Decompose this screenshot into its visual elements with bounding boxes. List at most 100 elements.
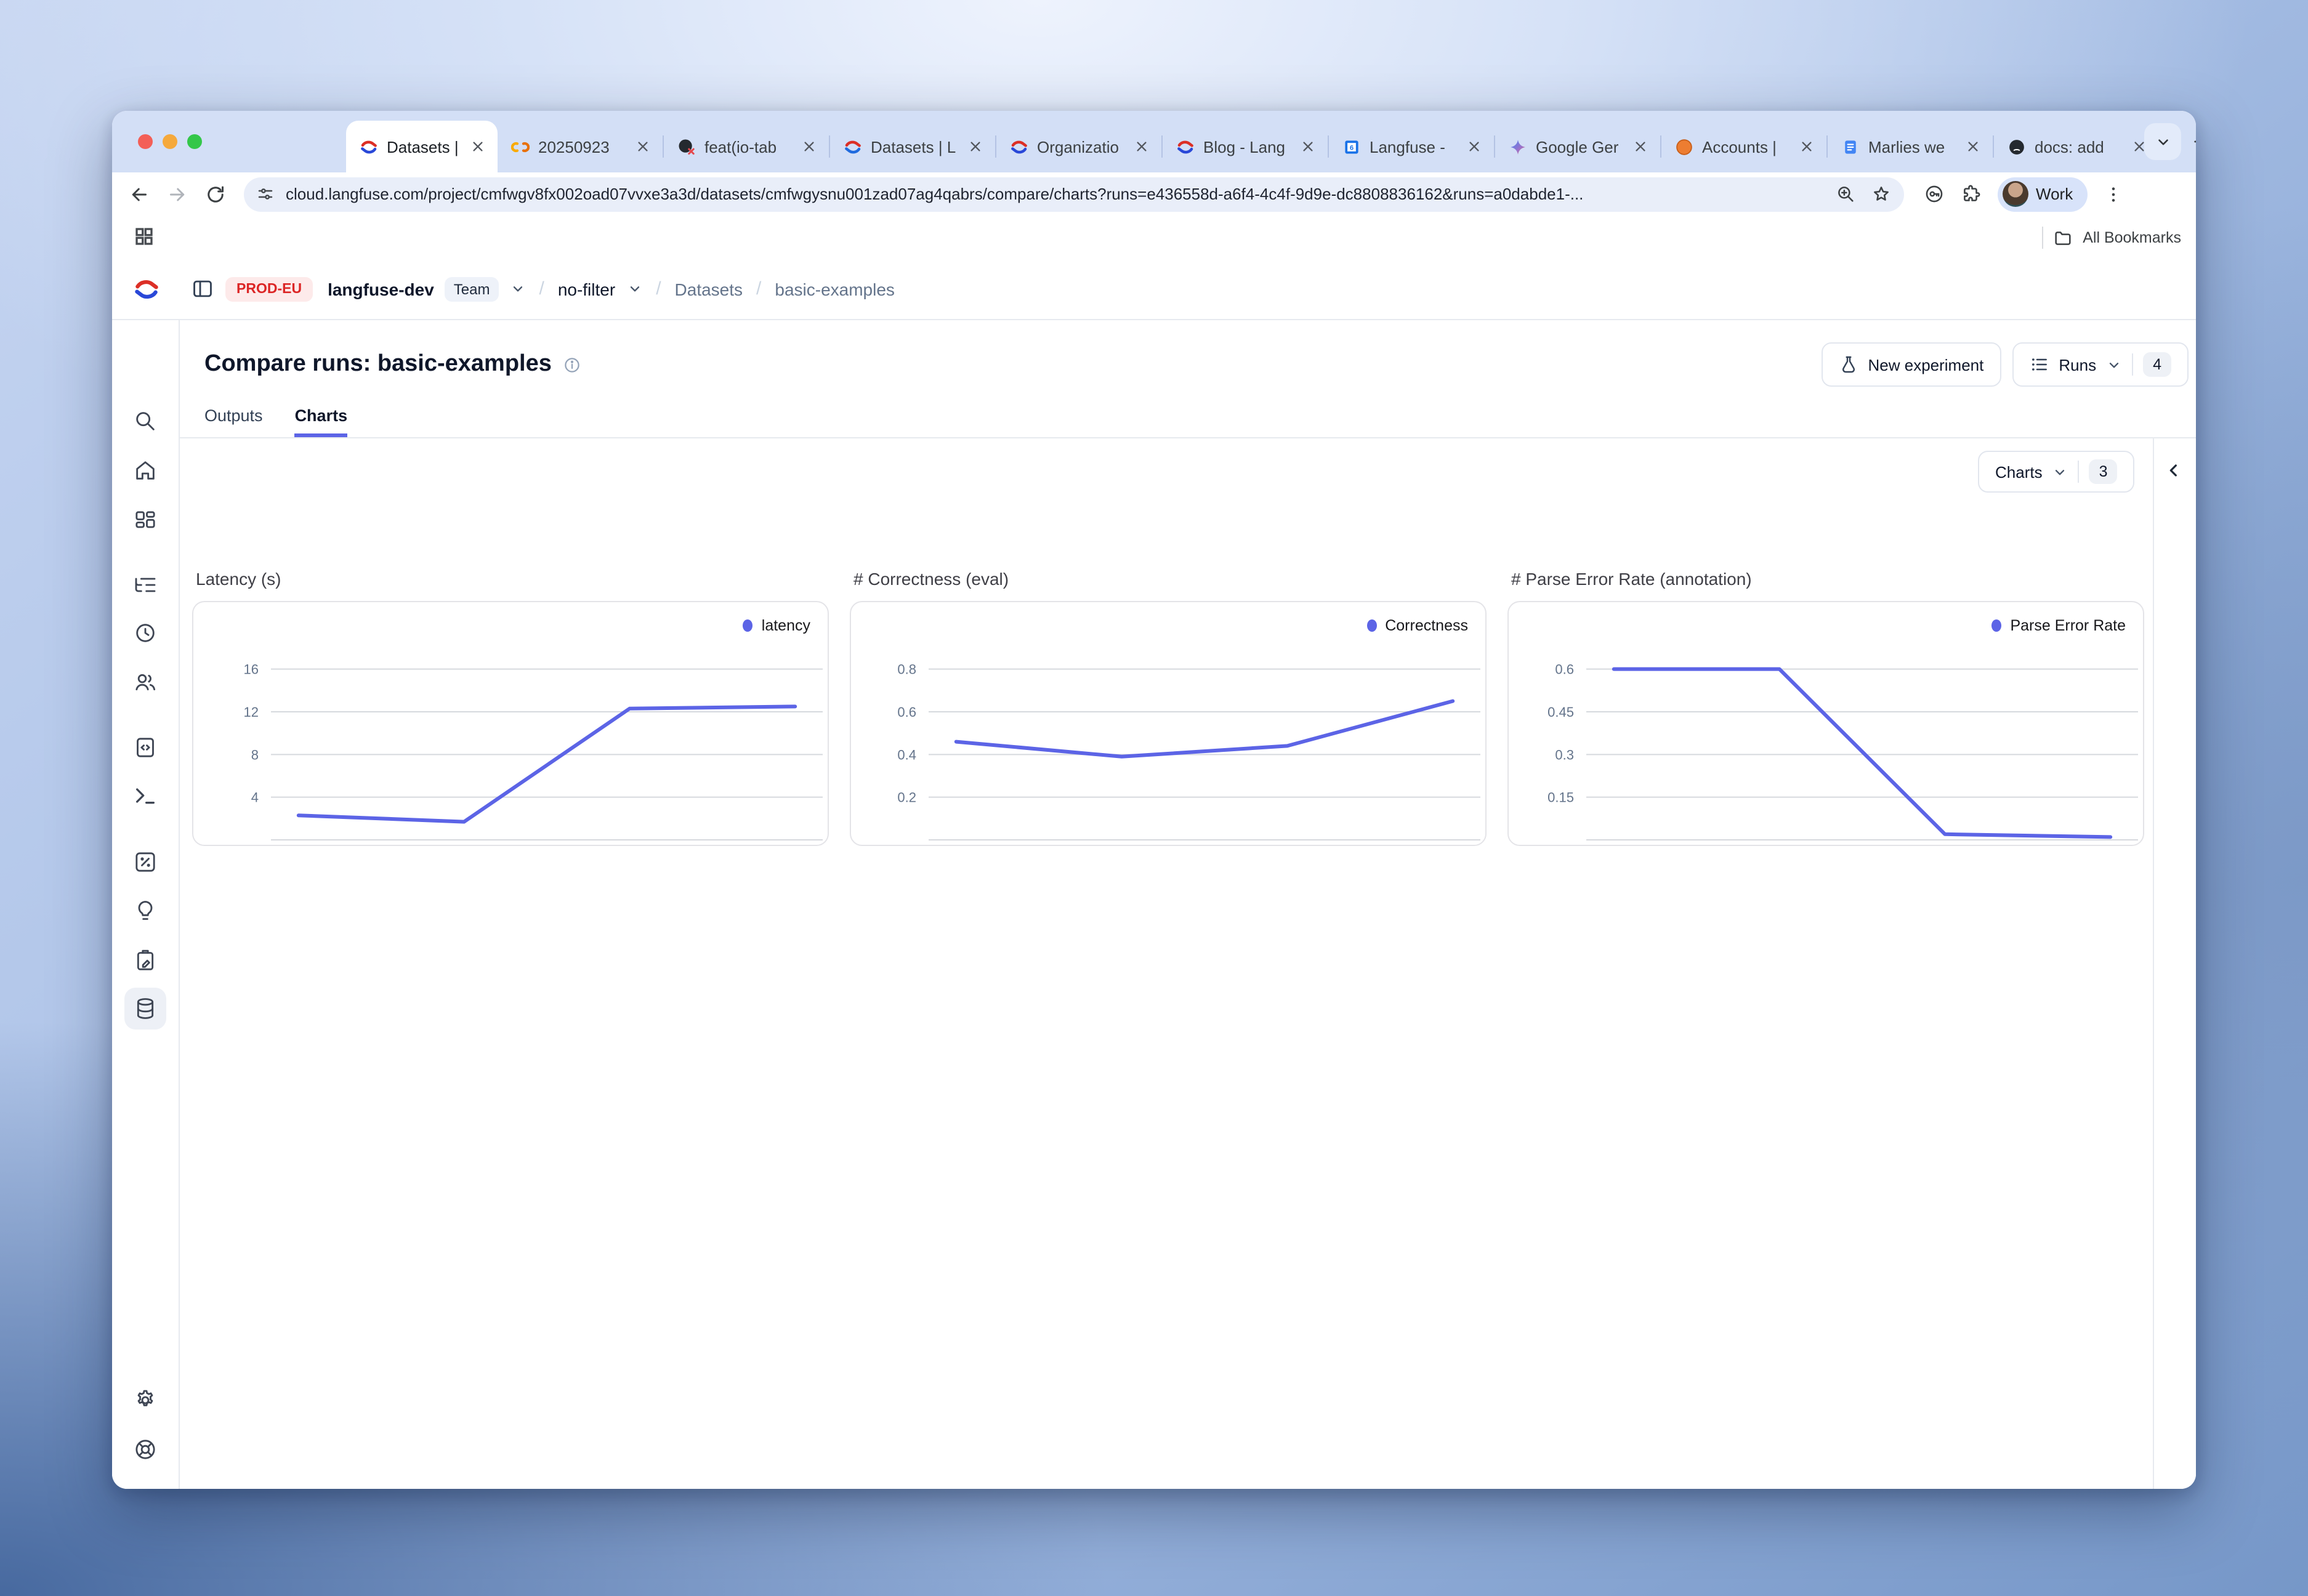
url-text[interactable]: cloud.langfuse.com/project/cmfwgv8fx002o… [286, 185, 1825, 203]
tab-title: Datasets | L [871, 137, 958, 156]
zoom-icon[interactable] [1835, 183, 1856, 204]
github-pr-favicon [677, 137, 696, 156]
runs-chevron-down-icon [2106, 357, 2122, 373]
close-window-button[interactable] [138, 134, 153, 149]
breadcrumb-item[interactable]: basic-examples [775, 279, 895, 299]
info-icon[interactable] [563, 355, 581, 374]
langfuse-logo[interactable] [133, 276, 160, 303]
tab-search-chevron[interactable] [2144, 123, 2181, 160]
tab-strip: Datasets | L20250923feat(io-tabDatasets … [346, 121, 2159, 172]
sidebar-item-settings[interactable] [124, 1379, 166, 1421]
back-button[interactable] [128, 183, 150, 205]
sidebar-item-search[interactable] [124, 400, 166, 442]
profile-name: Work [2036, 185, 2073, 203]
tab-close-icon[interactable] [801, 138, 818, 155]
password-manager-icon[interactable] [1924, 183, 1945, 204]
tab-charts[interactable]: Charts [295, 406, 348, 437]
sidebar-item-dashboards[interactable] [124, 500, 166, 542]
folder-icon [2053, 227, 2073, 247]
sidebar-item-annotation-queues[interactable] [124, 940, 166, 981]
browser-tab[interactable]: feat(io-tab [664, 121, 829, 172]
svg-text:0.6: 0.6 [897, 704, 916, 720]
breadcrumb-filter[interactable]: no-filter [558, 279, 615, 299]
extensions-icon[interactable] [1961, 183, 1982, 204]
sidebar-item-tracing[interactable] [124, 564, 166, 606]
svg-text:0.45: 0.45 [1547, 704, 1574, 720]
latency-chart-card[interactable]: 481216latency [192, 601, 829, 846]
maximize-window-button[interactable] [187, 134, 202, 149]
app-header: PROD-EU langfuse-dev Team / no-filter / … [112, 259, 2196, 320]
browser-tab[interactable]: Accounts | [1661, 121, 1826, 172]
legend-label: latency [762, 617, 810, 634]
sidebar-item-datasets[interactable] [124, 988, 166, 1030]
bookmark-star-icon[interactable] [1871, 183, 1892, 204]
flask-icon [1839, 355, 1858, 374]
all-bookmarks-label[interactable]: All Bookmarks [2083, 228, 2181, 246]
window-controls[interactable] [138, 134, 202, 149]
new-experiment-label: New experiment [1868, 355, 1984, 374]
tab-close-icon[interactable] [469, 138, 486, 155]
browser-tab[interactable]: Datasets | L [830, 121, 995, 172]
svg-text:0.6: 0.6 [1555, 662, 1574, 677]
browser-tab[interactable]: Blog - Lang [1163, 121, 1328, 172]
runs-button[interactable]: Runs 4 [2012, 342, 2189, 387]
org-name[interactable]: langfuse-dev [328, 279, 434, 299]
browser-tab[interactable]: docs: add [1994, 121, 2159, 172]
bookmarks-separator [2042, 226, 2043, 248]
svg-text:0.2: 0.2 [897, 790, 916, 805]
tab-close-icon[interactable] [1466, 138, 1483, 155]
browser-tab[interactable]: 20250923 [498, 121, 663, 172]
sidebar-item-scores[interactable] [124, 841, 166, 883]
parse-error-rate-chart-card[interactable]: 0.150.30.450.6Parse Error Rate [1507, 601, 2144, 846]
minimize-window-button[interactable] [163, 134, 177, 149]
tab-close-icon[interactable] [1133, 138, 1150, 155]
correctness-chart-card[interactable]: 0.20.40.60.8Correctness [850, 601, 1487, 846]
legend-label: Parse Error Rate [2010, 617, 2126, 634]
address-bar[interactable]: cloud.langfuse.com/project/cmfwgv8fx002o… [244, 177, 1904, 211]
charts-filter-button[interactable]: Charts 3 [1978, 451, 2135, 493]
breadcrumb-separator: / [656, 278, 661, 299]
tab-close-icon[interactable] [634, 138, 652, 155]
sidebar-item-insights[interactable] [124, 890, 166, 932]
sidebar-item-home[interactable] [124, 449, 166, 491]
browser-tab-strip: Datasets | L20250923feat(io-tabDatasets … [112, 111, 2196, 172]
tab-close-icon[interactable] [1299, 138, 1317, 155]
sidebar-item-support[interactable] [124, 1429, 166, 1470]
org-chevron-down-icon[interactable] [509, 281, 525, 297]
collapse-panel-icon[interactable] [2164, 461, 2184, 480]
sidebar-item-prompts[interactable] [124, 727, 166, 768]
tab-close-icon[interactable] [967, 138, 984, 155]
environment-badge[interactable]: PROD-EU [225, 276, 313, 301]
browser-tab[interactable]: Datasets | L [346, 121, 498, 172]
filter-chevron-down-icon[interactable] [626, 281, 642, 297]
browser-tab[interactable]: Organizatio [996, 121, 1161, 172]
browser-menu-icon[interactable] [2104, 184, 2123, 204]
forward-button[interactable] [166, 183, 188, 205]
new-tab-button[interactable] [2191, 132, 2196, 151]
tab-close-icon[interactable] [1632, 138, 1649, 155]
tab-close-icon[interactable] [1798, 138, 1815, 155]
sidebar-item-playground[interactable] [124, 775, 166, 816]
reload-button[interactable] [204, 183, 227, 205]
browser-profile-chip[interactable]: Work [1998, 177, 2088, 211]
browser-tab[interactable]: 6Langfuse - [1329, 121, 1494, 172]
apps-grid-icon[interactable] [133, 225, 155, 248]
browser-tab[interactable]: Marlies we [1828, 121, 1993, 172]
sidebar-item-sessions[interactable] [124, 612, 166, 654]
svg-text:8: 8 [251, 747, 259, 762]
sidebar-toggle-icon[interactable] [191, 277, 214, 300]
breadcrumb-separator: / [539, 278, 544, 299]
new-experiment-button[interactable]: New experiment [1822, 342, 2001, 387]
tab-outputs[interactable]: Outputs [204, 406, 263, 437]
site-settings-icon[interactable] [256, 185, 275, 203]
browser-tab[interactable]: Google Ger [1495, 121, 1660, 172]
svg-text:0.8: 0.8 [897, 662, 916, 677]
tab-close-icon[interactable] [1964, 138, 1982, 155]
sidebar-item-users[interactable] [124, 661, 166, 703]
desktop: Datasets | L20250923feat(io-tabDatasets … [0, 0, 2308, 1596]
charts-content: Charts 3 Latency (s)481216latency# Corre… [179, 438, 2196, 1489]
tab-title: Langfuse - [1370, 137, 1457, 156]
breadcrumb-datasets[interactable]: Datasets [675, 279, 743, 299]
button-divider [2078, 461, 2080, 483]
blue-doc-favicon [1841, 137, 1860, 156]
